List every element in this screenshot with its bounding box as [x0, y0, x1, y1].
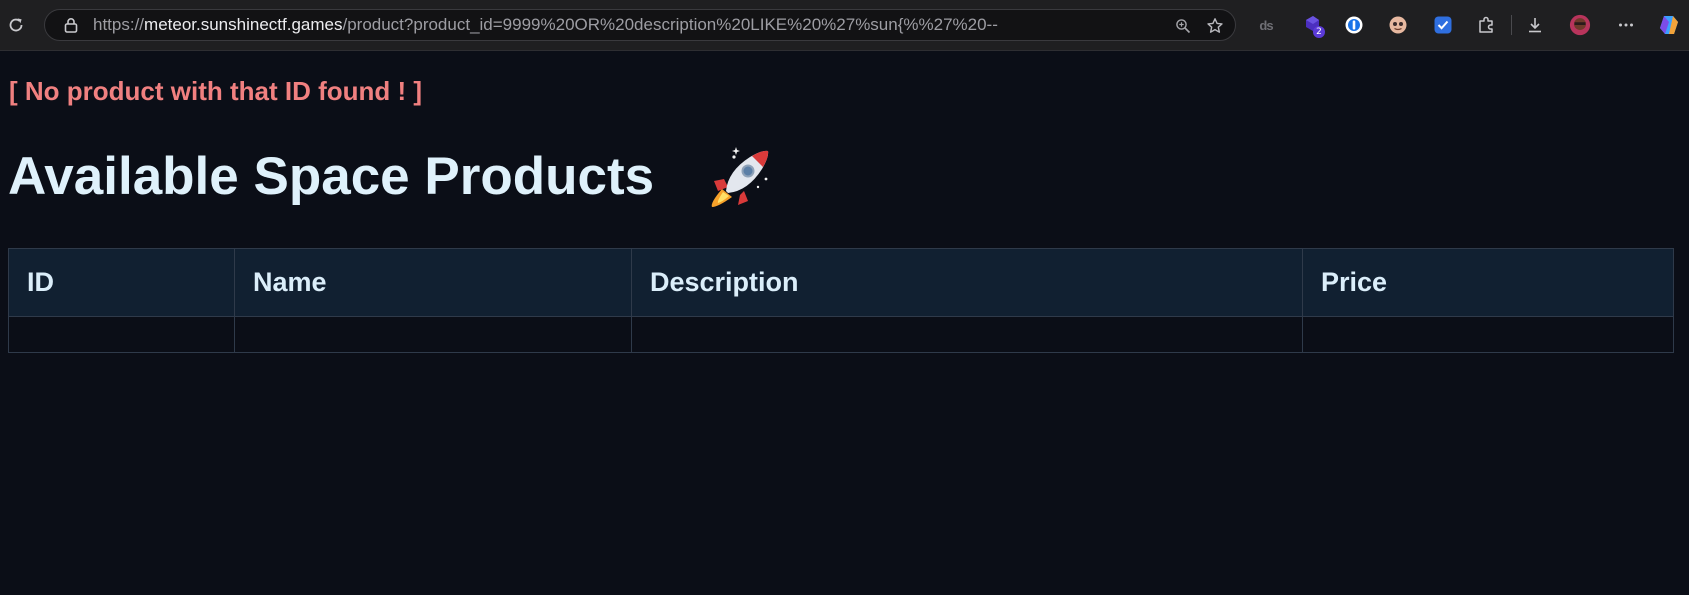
password-manager-icon[interactable] [1343, 14, 1365, 36]
reload-icon[interactable] [2, 11, 30, 39]
column-header-id: ID [8, 248, 235, 317]
page-title: Available Space Products [8, 147, 655, 206]
purple-extension-icon[interactable]: 2 [1302, 14, 1325, 38]
url-path: /product?product_id=9999%20OR%20descript… [342, 15, 998, 34]
url-scheme: https:// [93, 15, 145, 34]
checkmark-extension-icon[interactable] [1432, 14, 1454, 36]
ds-extension-icon[interactable]: ds [1255, 14, 1277, 36]
downloads-icon[interactable] [1524, 14, 1546, 36]
products-table: ID Name Description Price [8, 248, 1674, 353]
error-message: [ No product with that ID found ! ] [9, 76, 423, 106]
copilot-icon[interactable] [1658, 14, 1680, 36]
bookmark-star-icon[interactable] [1205, 16, 1225, 36]
address-bar[interactable]: https://meteor.sunshinectf.games/product… [44, 9, 1236, 41]
rocket-icon [711, 147, 769, 207]
table-cell [1302, 316, 1674, 353]
column-header-price: Price [1302, 248, 1674, 317]
table-cell [631, 316, 1303, 353]
avatar-extension-icon[interactable] [1387, 14, 1409, 36]
browser-toolbar: https://meteor.sunshinectf.games/product… [0, 0, 1689, 51]
more-menu-icon[interactable] [1615, 14, 1637, 36]
table-row [8, 316, 1674, 353]
profile-avatar-icon[interactable] [1569, 14, 1591, 36]
column-header-description: Description [631, 248, 1303, 317]
url-text[interactable]: https://meteor.sunshinectf.games/product… [93, 10, 1153, 40]
toolbar-separator [1511, 15, 1512, 35]
ds-extension-label: ds [1259, 17, 1273, 33]
lock-icon[interactable] [63, 17, 79, 33]
extensions-puzzle-icon[interactable] [1475, 14, 1497, 36]
table-cell [234, 316, 632, 353]
column-header-name: Name [234, 248, 632, 317]
extension-badge: 2 [1313, 26, 1325, 38]
table-cell [8, 316, 235, 353]
table-header-row: ID Name Description Price [8, 248, 1674, 317]
zoom-icon[interactable] [1173, 16, 1193, 36]
url-host: meteor.sunshinectf.games [144, 15, 343, 34]
